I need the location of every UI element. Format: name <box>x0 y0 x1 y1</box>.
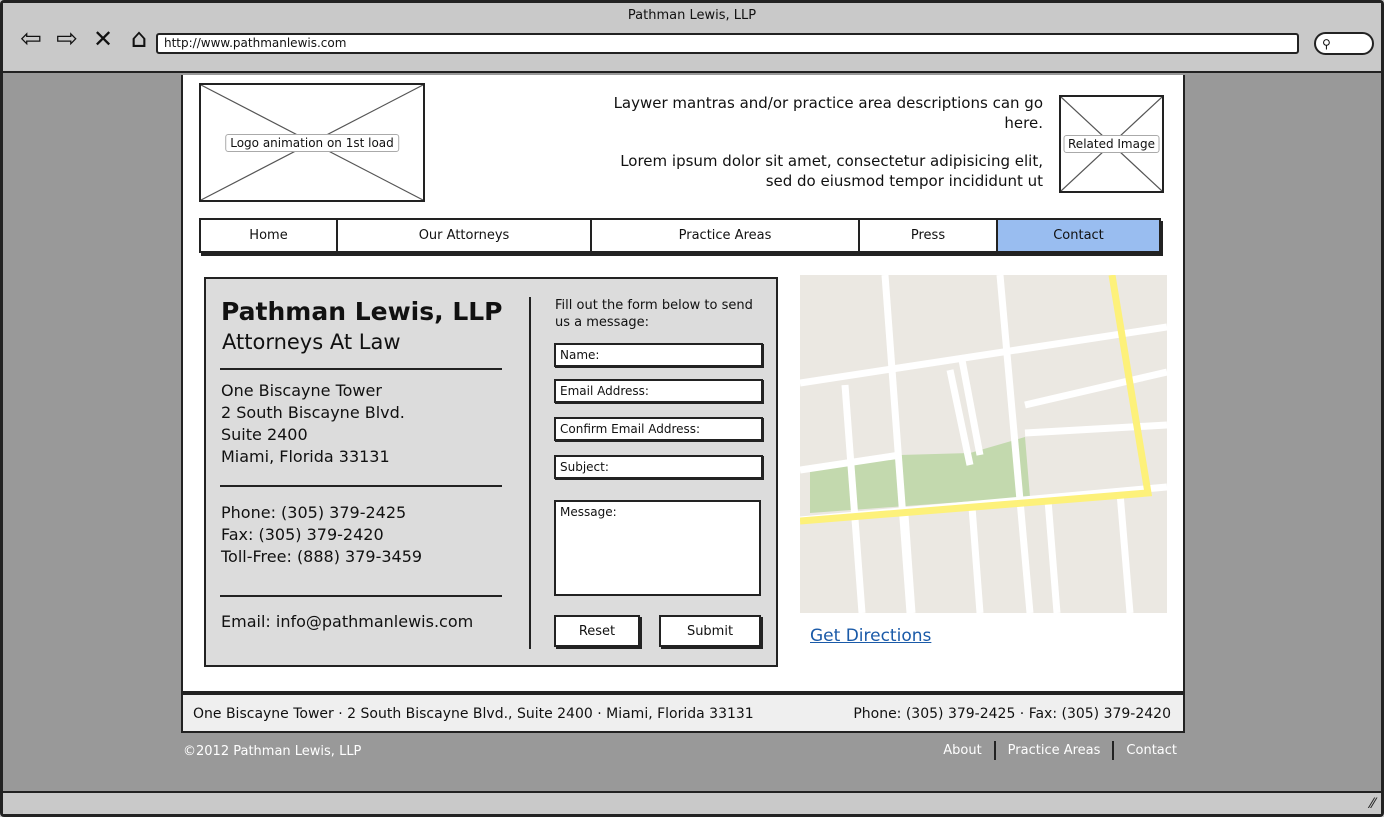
web-page: Logo animation on 1st load Laywer mantra… <box>181 75 1185 693</box>
home-icon[interactable]: ⌂ <box>125 25 153 53</box>
copyright-text: ©2012 Pathman Lewis, LLP <box>183 744 362 759</box>
footer-link-contact[interactable]: Contact <box>1112 741 1177 760</box>
navigation-buttons: ⇦ ⇨ ✕ ⌂ <box>17 25 153 53</box>
divider <box>220 485 502 487</box>
get-directions-link[interactable]: Get Directions <box>810 626 931 646</box>
phone-numbers: Phone: (305) 379-2425 Fax: (305) 379-242… <box>221 502 422 568</box>
address-line: One Biscayne Tower <box>221 381 382 400</box>
resize-grip-icon[interactable]: ⁄⁄ <box>1370 796 1375 812</box>
reset-button[interactable]: Reset <box>554 615 640 647</box>
nav-item-practice-areas[interactable]: Practice Areas <box>592 220 860 251</box>
address-line: 2 South Biscayne Blvd. <box>221 403 405 422</box>
address-line: Miami, Florida 33131 <box>221 447 390 466</box>
firm-name: Pathman Lewis, LLP <box>221 297 503 326</box>
divider <box>220 595 502 597</box>
subject-field[interactable]: Subject: <box>554 455 763 479</box>
logo-placeholder: Logo animation on 1st load <box>199 83 425 202</box>
nav-item-contact[interactable]: Contact <box>998 220 1159 251</box>
page-footer: One Biscayne Tower · 2 South Biscayne Bl… <box>181 693 1185 733</box>
submit-button[interactable]: Submit <box>659 615 761 647</box>
logo-label: Logo animation on 1st load <box>225 133 399 152</box>
browser-search-box[interactable]: ⚲ <box>1314 32 1374 55</box>
message-field[interactable]: Message: <box>554 500 761 596</box>
window-title: Pathman Lewis, LLP <box>627 8 757 23</box>
map-roads <box>800 275 1167 613</box>
nav-item-our-attorneys[interactable]: Our Attorneys <box>338 220 592 251</box>
close-x-icon[interactable]: ✕ <box>89 25 117 53</box>
mantra-line-1: Laywer mantras and/or practice area desc… <box>613 94 1043 132</box>
tollfree-number: Toll-Free: (888) 379-3459 <box>221 547 423 566</box>
name-field[interactable]: Name: <box>554 343 763 367</box>
vertical-divider <box>529 297 531 649</box>
contact-email: Email: info@pathmanlewis.com <box>221 612 474 631</box>
nav-item-home[interactable]: Home <box>201 220 338 251</box>
address-bar[interactable]: http://www.pathmanlewis.com <box>156 33 1299 54</box>
related-image-label: Related Image <box>1063 135 1160 153</box>
footer-link-practice-areas[interactable]: Practice Areas <box>993 741 1113 760</box>
footer-phone: Phone: (305) 379-2425 · Fax: (305) 379-2… <box>853 706 1171 722</box>
footer-address: One Biscayne Tower · 2 South Biscayne Bl… <box>193 706 754 722</box>
status-bar: ⁄⁄ <box>3 791 1381 814</box>
footer-link-about[interactable]: About <box>931 741 993 760</box>
mantra-text: Laywer mantras and/or practice area desc… <box>613 93 1043 191</box>
contact-panel: Pathman Lewis, LLP Attorneys At Law One … <box>204 277 778 667</box>
search-icon: ⚲ <box>1322 37 1331 51</box>
fax-number: Fax: (305) 379-2420 <box>221 525 384 544</box>
nav-item-press[interactable]: Press <box>860 220 998 251</box>
back-arrow-icon[interactable]: ⇦ <box>17 25 45 53</box>
browser-toolbar: Pathman Lewis, LLP ⇦ ⇨ ✕ ⌂ http://www.pa… <box>3 3 1381 73</box>
location-map[interactable] <box>800 275 1167 613</box>
divider <box>220 368 502 370</box>
address-line: Suite 2400 <box>221 425 308 444</box>
browser-window: Pathman Lewis, LLP ⇦ ⇨ ✕ ⌂ http://www.pa… <box>0 0 1384 817</box>
phone-number: Phone: (305) 379-2425 <box>221 503 407 522</box>
related-image-placeholder: Related Image <box>1059 95 1164 193</box>
forward-arrow-icon[interactable]: ⇨ <box>53 25 81 53</box>
main-navigation: Home Our Attorneys Practice Areas Press … <box>199 218 1161 253</box>
mantra-line-2: Lorem ipsum dolor sit amet, consectetur … <box>620 152 1043 190</box>
form-intro: Fill out the form below to send us a mes… <box>555 298 753 330</box>
firm-tagline: Attorneys At Law <box>222 330 401 354</box>
email-field[interactable]: Email Address: <box>554 379 763 403</box>
office-address: One Biscayne Tower 2 South Biscayne Blvd… <box>221 380 405 468</box>
footer-links: About Practice Areas Contact <box>931 741 1177 760</box>
confirm-email-field[interactable]: Confirm Email Address: <box>554 417 763 441</box>
